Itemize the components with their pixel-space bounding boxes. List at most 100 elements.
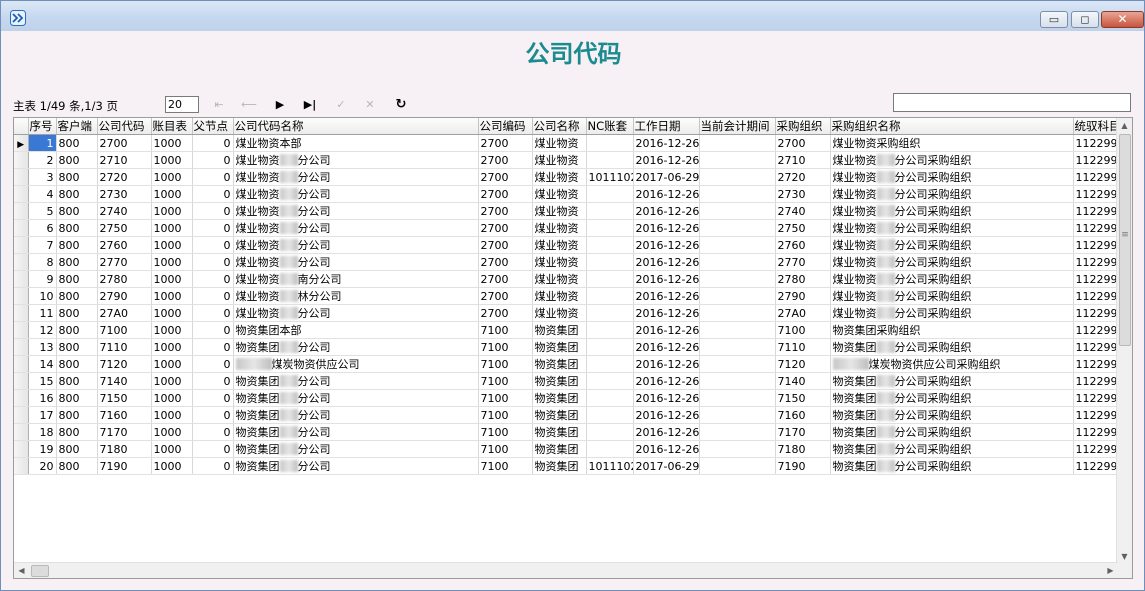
cell-period[interactable] xyxy=(699,168,776,186)
table-row[interactable]: 9 800 2780 1000 0 煤业物资 南分公司 2700 煤业物资 2016-12-26 2… xyxy=(14,270,1118,288)
row-indicator[interactable] xyxy=(14,406,29,424)
cell-work-date[interactable]: 2016-12-26 xyxy=(633,406,700,424)
cell-chart[interactable]: 1000 xyxy=(151,151,193,169)
cell-company-name[interactable]: 煤业物资 分公司 xyxy=(233,236,479,254)
cell-company-code[interactable]: 2790 xyxy=(97,287,152,305)
cell-seq[interactable]: 5 xyxy=(28,202,57,220)
cell-seq[interactable]: 2 xyxy=(28,151,57,169)
cell-purchase-org[interactable]: 7100 xyxy=(775,321,831,339)
cell-client[interactable]: 800 xyxy=(56,457,98,475)
cell-chart[interactable]: 1000 xyxy=(151,389,193,407)
cell-purchase-org-name[interactable]: 煤炭物资供应公司采购组织 xyxy=(830,355,1074,373)
column-header[interactable]: 客户端 xyxy=(56,118,98,135)
cell-comp-code[interactable]: 2700 xyxy=(478,287,533,305)
cell-nc-account[interactable] xyxy=(586,338,634,356)
cell-comp-code[interactable]: 7100 xyxy=(478,338,533,356)
table-row[interactable]: 16 800 7150 1000 0 物资集团 分公司 7100 物资集团 2016-12-26 7… xyxy=(14,389,1118,407)
cell-control-account[interactable]: 1122990 xyxy=(1073,236,1118,254)
cell-chart[interactable]: 1000 xyxy=(151,304,193,322)
row-indicator[interactable] xyxy=(14,304,29,322)
cell-comp-code[interactable]: 2700 xyxy=(478,151,533,169)
cell-chart[interactable]: 1000 xyxy=(151,372,193,390)
horizontal-scrollbar[interactable]: ◀ ▶ xyxy=(14,562,1118,578)
cell-comp-name[interactable]: 煤业物资 xyxy=(532,168,587,186)
cell-purchase-org[interactable]: 7140 xyxy=(775,372,831,390)
cell-comp-name[interactable]: 煤业物资 xyxy=(532,185,587,203)
column-header[interactable]: 序号 xyxy=(28,118,57,135)
cell-comp-name[interactable]: 物资集团 xyxy=(532,389,587,407)
cell-control-account[interactable]: 1122990 xyxy=(1073,253,1118,271)
cell-parent[interactable]: 0 xyxy=(192,151,234,169)
table-row[interactable]: 8 800 2770 1000 0 煤业物资 分公司 2700 煤业物资 2016-12-26 27… xyxy=(14,253,1118,271)
cell-comp-code[interactable]: 2700 xyxy=(478,134,533,152)
cell-purchase-org-name[interactable]: 煤业物资采购组织 xyxy=(830,134,1074,152)
cell-client[interactable]: 800 xyxy=(56,304,98,322)
cell-company-code[interactable]: 2780 xyxy=(97,270,152,288)
cell-company-code[interactable]: 27A0 xyxy=(97,304,152,322)
column-header[interactable]: 公司代码 xyxy=(97,118,152,135)
cell-company-name[interactable]: 煤业物资 林分公司 xyxy=(233,287,479,305)
cell-work-date[interactable]: 2016-12-26 xyxy=(633,304,700,322)
row-indicator[interactable] xyxy=(14,389,29,407)
cell-purchase-org[interactable]: 7120 xyxy=(775,355,831,373)
cell-period[interactable] xyxy=(699,134,776,152)
cell-company-name[interactable]: 煤业物资 分公司 xyxy=(233,304,479,322)
cell-seq[interactable]: 13 xyxy=(28,338,57,356)
cell-period[interactable] xyxy=(699,151,776,169)
cell-purchase-org-name[interactable]: 物资集团 分公司采购组织 xyxy=(830,406,1074,424)
cell-client[interactable]: 800 xyxy=(56,185,98,203)
column-header[interactable]: 公司编码 xyxy=(478,118,533,135)
cell-parent[interactable]: 0 xyxy=(192,185,234,203)
cell-company-name[interactable]: 煤业物资 分公司 xyxy=(233,253,479,271)
cell-control-account[interactable]: 1122990 xyxy=(1073,440,1118,458)
cell-parent[interactable]: 0 xyxy=(192,253,234,271)
cell-work-date[interactable]: 2016-12-26 xyxy=(633,151,700,169)
cell-control-account[interactable]: 1122990 xyxy=(1073,423,1118,441)
cell-control-account[interactable]: 1122990 xyxy=(1073,168,1118,186)
cell-period[interactable] xyxy=(699,236,776,254)
column-header[interactable]: NC账套 xyxy=(586,118,634,135)
vertical-scrollbar[interactable]: ▲ ≡ ▼ xyxy=(1116,118,1132,564)
cell-comp-name[interactable]: 物资集团 xyxy=(532,457,587,475)
row-indicator[interactable]: ▶ xyxy=(14,134,29,152)
cell-parent[interactable]: 0 xyxy=(192,406,234,424)
next-page-icon[interactable]: ▶ xyxy=(270,96,290,114)
row-indicator[interactable] xyxy=(14,185,29,203)
cell-comp-code[interactable]: 7100 xyxy=(478,372,533,390)
cell-company-code[interactable]: 2710 xyxy=(97,151,152,169)
cell-period[interactable] xyxy=(699,304,776,322)
cell-company-code[interactable]: 7160 xyxy=(97,406,152,424)
cell-chart[interactable]: 1000 xyxy=(151,270,193,288)
cell-company-code[interactable]: 2750 xyxy=(97,219,152,237)
vertical-scroll-thumb[interactable]: ≡ xyxy=(1119,134,1131,346)
cell-purchase-org[interactable]: 7150 xyxy=(775,389,831,407)
table-row[interactable]: 13 800 7110 1000 0 物资集团 分公司 7100 物资集团 2016-12-26 7… xyxy=(14,338,1118,356)
cell-nc-account[interactable] xyxy=(586,372,634,390)
row-indicator[interactable] xyxy=(14,287,29,305)
row-indicator[interactable] xyxy=(14,151,29,169)
cell-nc-account[interactable] xyxy=(586,185,634,203)
cell-period[interactable] xyxy=(699,338,776,356)
cell-chart[interactable]: 1000 xyxy=(151,406,193,424)
cell-company-name[interactable]: 煤业物资 分公司 xyxy=(233,219,479,237)
cell-comp-code[interactable]: 2700 xyxy=(478,202,533,220)
table-row[interactable]: 7 800 2760 1000 0 煤业物资 分公司 2700 煤业物资 2016-12-26 27… xyxy=(14,236,1118,254)
cell-parent[interactable]: 0 xyxy=(192,219,234,237)
page-size-input[interactable]: 20 xyxy=(165,96,199,113)
cell-parent[interactable]: 0 xyxy=(192,236,234,254)
cell-period[interactable] xyxy=(699,202,776,220)
cell-nc-account[interactable] xyxy=(586,355,634,373)
cell-comp-name[interactable]: 物资集团 xyxy=(532,372,587,390)
cell-client[interactable]: 800 xyxy=(56,338,98,356)
cell-nc-account[interactable] xyxy=(586,406,634,424)
column-header[interactable]: 统驭科目 xyxy=(1073,118,1118,135)
cell-seq[interactable]: 14 xyxy=(28,355,57,373)
cell-company-name[interactable]: 物资集团 分公司 xyxy=(233,338,479,356)
cell-company-name[interactable]: 煤业物资 南分公司 xyxy=(233,270,479,288)
cell-work-date[interactable]: 2017-06-29 xyxy=(633,457,700,475)
cell-period[interactable] xyxy=(699,440,776,458)
row-indicator[interactable] xyxy=(14,270,29,288)
cell-work-date[interactable]: 2016-12-26 xyxy=(633,253,700,271)
cell-company-code[interactable]: 2770 xyxy=(97,253,152,271)
cell-company-name[interactable]: 煤业物资 分公司 xyxy=(233,151,479,169)
